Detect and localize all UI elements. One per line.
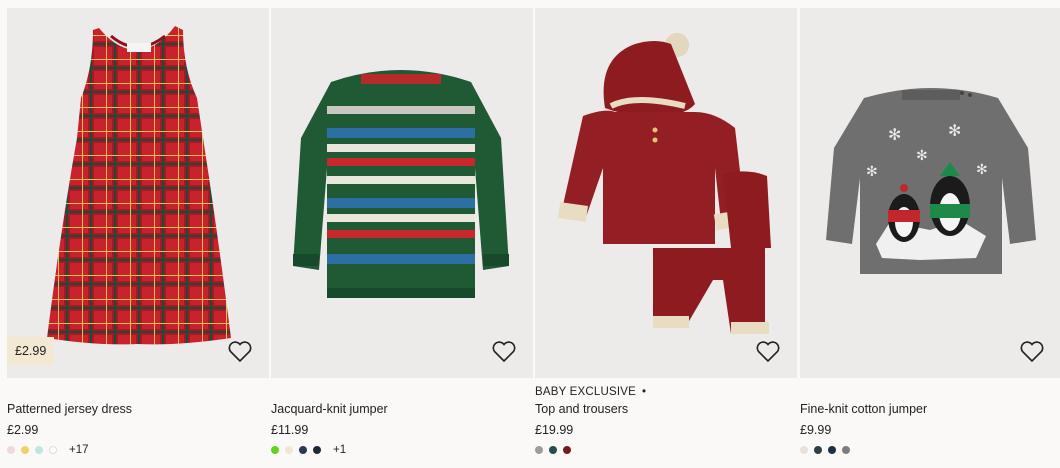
color-swatches	[800, 444, 856, 456]
product-card[interactable]: £2.99 Patterned jersey dress £2.99 +17	[7, 8, 269, 468]
dress-illustration	[47, 26, 231, 345]
color-swatch[interactable]	[563, 446, 571, 454]
color-swatch[interactable]	[842, 446, 850, 454]
product-image[interactable]: ✻ ✻ ✻ ✻ ✻	[800, 8, 1060, 378]
color-swatch[interactable]	[535, 446, 543, 454]
product-image[interactable]	[535, 8, 797, 378]
penguin-jumper-illustration: ✻ ✻ ✻ ✻ ✻	[826, 88, 1036, 274]
product-badge: BABY EXCLUSIVE	[535, 386, 637, 398]
heart-outline-icon[interactable]	[491, 340, 517, 364]
color-swatch[interactable]	[299, 446, 307, 454]
svg-text:✻: ✻	[976, 162, 988, 178]
product-card[interactable]: Jacquard-knit jumper £11.99 +1	[271, 8, 533, 468]
color-swatch[interactable]	[285, 446, 293, 454]
product-price: £11.99	[271, 423, 309, 437]
color-swatch[interactable]	[21, 446, 29, 454]
product-price: £9.99	[800, 423, 832, 437]
heart-outline-icon[interactable]	[1019, 340, 1045, 364]
color-swatch[interactable]	[549, 446, 557, 454]
product-badge-row: BABY EXCLUSIVE •	[535, 386, 646, 398]
color-swatch[interactable]	[828, 446, 836, 454]
color-swatch[interactable]	[313, 446, 321, 454]
product-title[interactable]: Top and trousers	[535, 402, 628, 416]
product-image[interactable]: £2.99	[7, 8, 269, 378]
color-swatches: +17	[7, 444, 89, 456]
heart-outline-icon[interactable]	[755, 340, 781, 364]
heart-outline-icon[interactable]	[227, 340, 253, 364]
color-swatch[interactable]	[49, 446, 57, 454]
color-swatch[interactable]	[7, 446, 15, 454]
svg-text:✻: ✻	[888, 125, 901, 144]
outfit-illustration	[558, 33, 771, 334]
color-swatches	[535, 444, 577, 456]
badge-separator: •	[642, 386, 647, 398]
product-price: £2.99	[7, 423, 39, 437]
product-grid: £2.99 Patterned jersey dress £2.99 +17 J…	[0, 0, 1060, 468]
product-price: £19.99	[535, 423, 574, 437]
more-colors-count[interactable]: +17	[69, 444, 89, 456]
svg-text:✻: ✻	[948, 121, 961, 140]
product-title[interactable]: Jacquard-knit jumper	[271, 402, 388, 416]
color-swatch[interactable]	[35, 446, 43, 454]
color-swatch[interactable]	[800, 446, 808, 454]
more-colors-count[interactable]: +1	[333, 444, 346, 456]
color-swatches: +1	[271, 444, 346, 456]
product-title[interactable]: Patterned jersey dress	[7, 402, 132, 416]
color-swatch[interactable]	[271, 446, 279, 454]
product-card[interactable]: ✻ ✻ ✻ ✻ ✻ Fine-knit cotton jumper £9.99	[800, 8, 1060, 468]
price-tag: £2.99	[7, 337, 55, 365]
product-title[interactable]: Fine-knit cotton jumper	[800, 402, 927, 416]
jumper-illustration	[293, 70, 509, 298]
product-image[interactable]	[271, 8, 533, 378]
svg-text:✻: ✻	[866, 164, 878, 180]
color-swatch[interactable]	[814, 446, 822, 454]
product-card[interactable]: BABY EXCLUSIVE • Top and trousers £19.99	[535, 8, 797, 468]
svg-text:✻: ✻	[916, 148, 928, 164]
